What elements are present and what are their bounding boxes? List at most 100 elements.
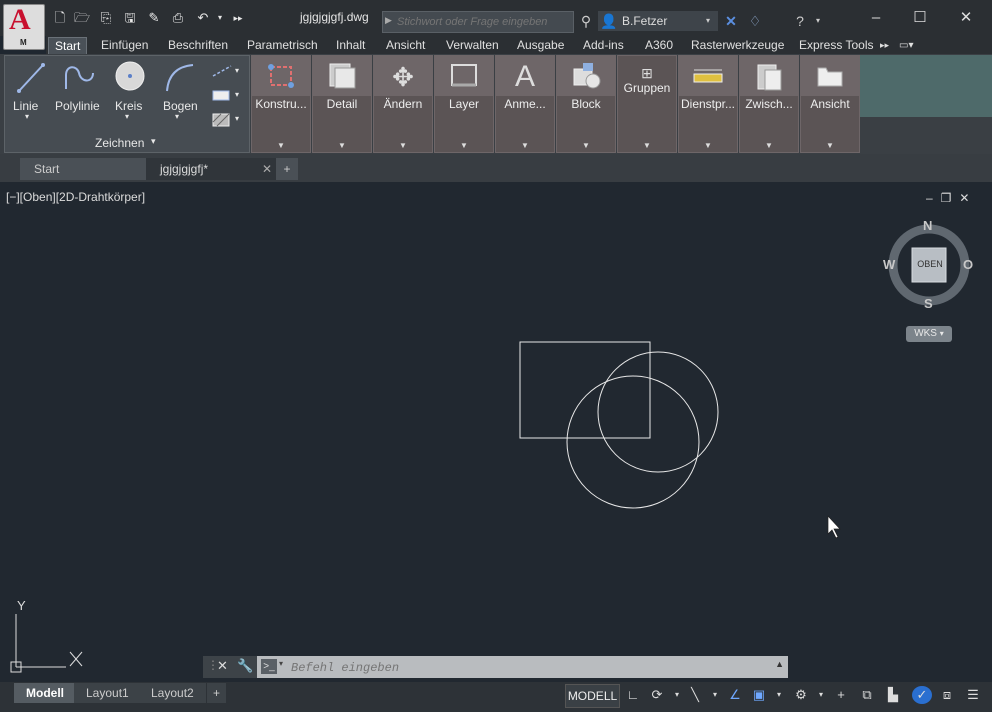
zwischenablage-dropdown-icon[interactable]: ▼ <box>740 141 798 150</box>
object-snap-icon[interactable]: ▣ <box>750 686 768 704</box>
viewcube-face-label[interactable]: OBEN <box>914 259 946 269</box>
customization-menu-icon[interactable]: ☰ <box>964 686 982 704</box>
file-tab-start[interactable]: Start <box>20 158 152 180</box>
compass-east[interactable]: O <box>963 257 973 272</box>
tab-parametrisch[interactable]: Parametrisch <box>247 37 318 54</box>
tab-rasterwerkzeuge[interactable]: Rasterwerkzeuge <box>691 37 784 54</box>
settings-gear-icon[interactable]: ⚙ <box>792 686 810 704</box>
save-icon[interactable]: 🖫 <box>122 10 138 26</box>
hatch-dropdown-icon[interactable]: ▾ <box>235 114 239 123</box>
linie-dropdown-icon[interactable]: ▾ <box>25 112 29 121</box>
tab-a360[interactable]: A360 <box>645 37 673 54</box>
aendern-dropdown-icon[interactable]: ▼ <box>374 141 432 150</box>
model-space-button[interactable]: MODELL <box>565 684 620 708</box>
panel-dienstprogramme[interactable]: Dienstpr... ▼ <box>678 55 738 153</box>
layout-tab-layout2[interactable]: Layout2 <box>139 683 206 703</box>
detail-dropdown-icon[interactable]: ▼ <box>313 141 371 150</box>
expand-search-icon[interactable]: ▶ <box>385 15 392 26</box>
block-dropdown-icon[interactable]: ▼ <box>557 141 615 150</box>
tool-label-kreis[interactable]: Kreis <box>115 99 142 113</box>
hardware-acceleration-icon[interactable]: ✓ <box>912 686 932 704</box>
add-layout-icon[interactable]: + <box>207 683 227 703</box>
panel-konstruktion[interactable]: Konstru... ▼ <box>251 55 311 153</box>
hatch-tool-icon[interactable] <box>211 112 233 128</box>
polyline-tool-icon[interactable] <box>63 61 97 95</box>
annotation-scale-icon[interactable]: ⧉ <box>858 686 876 704</box>
plus-icon[interactable]: + <box>832 686 850 704</box>
help-search-box[interactable]: ▶ <box>382 11 574 33</box>
file-tab-close-icon[interactable]: ✕ <box>262 158 272 180</box>
ribbon-minimize-icon[interactable]: ▭▾ <box>899 37 913 54</box>
layer-dropdown-icon[interactable]: ▼ <box>435 141 493 150</box>
compass-south[interactable]: S <box>924 296 933 311</box>
close-icon[interactable]: ✕ <box>951 8 981 28</box>
workspace-icon[interactable]: ▙ <box>884 686 902 704</box>
help-dropdown-icon[interactable]: ▾ <box>812 12 824 30</box>
panel-detail[interactable]: Detail ▼ <box>312 55 372 153</box>
snap-dropdown-icon[interactable]: ▾ <box>668 686 686 704</box>
file-tab-document[interactable]: jgjgjgjgfj* ✕ <box>146 158 282 180</box>
osnap-dropdown-icon[interactable]: ▾ <box>770 686 788 704</box>
draw-panel-expand-icon[interactable]: ▾ <box>151 136 156 147</box>
tool-label-polylinie[interactable]: Polylinie <box>55 99 100 113</box>
user-name[interactable]: B.Fetzer <box>622 14 667 28</box>
save-as-icon[interactable]: ✎ <box>146 10 162 26</box>
command-input[interactable] <box>289 659 773 676</box>
undo-dropdown-icon[interactable]: ▾ <box>212 10 228 26</box>
tool-label-linie[interactable]: Linie <box>13 99 38 113</box>
customize-icon[interactable]: 🔧 <box>237 658 253 674</box>
layout-tab-layout1[interactable]: Layout1 <box>74 683 141 703</box>
binoculars-icon[interactable]: ⚲ <box>576 12 596 30</box>
connect-icon[interactable]: ♢ <box>744 12 766 30</box>
help-icon[interactable]: ? <box>790 12 810 30</box>
exchange-apps-icon[interactable]: ✕ <box>722 12 740 30</box>
minimize-icon[interactable]: – <box>861 8 891 28</box>
open-icon[interactable]: 🗁 <box>74 10 90 26</box>
maximize-icon[interactable]: ☐ <box>905 8 935 28</box>
print-icon[interactable]: ⎙ <box>170 10 186 26</box>
gear-dropdown-icon[interactable]: ▾ <box>812 686 830 704</box>
more-tabs-icon[interactable]: ▸▸ <box>880 37 889 54</box>
panel-anmerkungen[interactable]: A Anme... ▼ <box>495 55 555 153</box>
xline-dropdown-icon[interactable]: ▾ <box>235 66 239 75</box>
command-line[interactable]: ⋮ ✕ 🔧 >_ ▾ ▲ <box>203 656 788 678</box>
close-command-line-icon[interactable]: ✕ <box>217 658 228 674</box>
isolate-objects-icon[interactable]: ⧈ <box>938 686 956 704</box>
ucs-menu[interactable]: WKS ▾ <box>906 326 952 342</box>
new-icon[interactable]: 🗋 <box>52 10 68 26</box>
compass-west[interactable]: W <box>883 257 895 272</box>
construction-line-icon[interactable] <box>211 64 233 78</box>
search-input[interactable] <box>395 14 569 30</box>
tab-einfuegen[interactable]: Einfügen <box>101 37 148 54</box>
dienstprogramme-dropdown-icon[interactable]: ▼ <box>679 141 737 150</box>
grid-icon[interactable]: ∟ <box>624 686 642 704</box>
viewcube[interactable]: N S W O OBEN <box>883 218 973 311</box>
tab-verwalten[interactable]: Verwalten <box>446 37 499 54</box>
undo-icon[interactable]: ↶ <box>195 10 211 26</box>
command-history-icon[interactable]: ▲ <box>775 659 784 669</box>
ansicht-dropdown-icon[interactable]: ▼ <box>801 141 859 150</box>
tab-express-tools[interactable]: Express Tools <box>799 37 873 54</box>
panel-gruppen[interactable]: ⊞ Gruppen ▼ <box>617 55 677 153</box>
tool-label-bogen[interactable]: Bogen <box>163 99 198 113</box>
tab-ansicht[interactable]: Ansicht <box>386 37 425 54</box>
rectangle-dropdown-icon[interactable]: ▾ <box>235 90 239 99</box>
tab-start[interactable]: Start <box>48 37 88 55</box>
compass-north[interactable]: N <box>923 218 932 233</box>
drawing-canvas[interactable] <box>0 182 992 682</box>
draw-panel-title[interactable]: Zeichnen <box>95 136 144 150</box>
isodraft-icon[interactable]: ∠ <box>726 686 744 704</box>
new-file-tab-button[interactable]: + <box>276 158 298 180</box>
panel-layer[interactable]: Layer ▼ <box>434 55 494 153</box>
tab-ausgabe[interactable]: Ausgabe <box>517 37 564 54</box>
panel-aendern[interactable]: ✥ Ändern ▼ <box>373 55 433 153</box>
snap-icon[interactable]: ⟳ <box>648 686 666 704</box>
open-sheet-icon[interactable]: ⎘ <box>98 10 114 26</box>
panel-zwischenablage[interactable]: Zwisch... ▼ <box>739 55 799 153</box>
circle-tool-icon[interactable] <box>113 59 147 93</box>
tab-add-ins[interactable]: Add-ins <box>583 37 624 54</box>
polar-dropdown-icon[interactable]: ▾ <box>706 686 724 704</box>
recent-commands-icon[interactable]: ▾ <box>279 659 283 668</box>
more-quickaccess-icon[interactable]: ▸▸ <box>230 10 246 26</box>
bogen-dropdown-icon[interactable]: ▾ <box>175 112 179 121</box>
